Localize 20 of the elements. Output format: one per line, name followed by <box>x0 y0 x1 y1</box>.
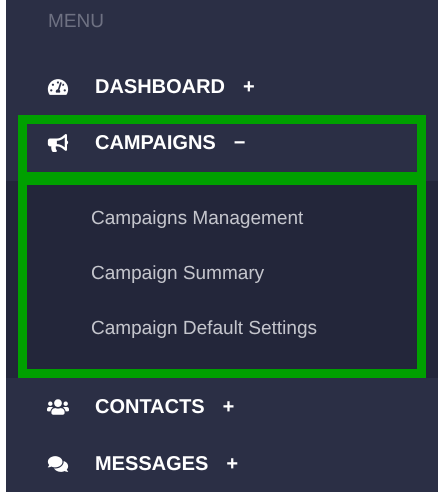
menu-label: DASHBOARD <box>95 74 225 100</box>
menu-item[interactable]: MESSAGES + <box>18 435 426 492</box>
toggle-sign: + <box>243 74 255 100</box>
menu-item[interactable]: CONTACTS + <box>18 378 426 435</box>
toggle-sign: − <box>234 131 246 156</box>
chat-bubbles-icon <box>47 454 69 472</box>
toggle-sign: + <box>226 452 238 476</box>
people-icon <box>47 398 69 416</box>
gauge-icon <box>47 78 69 96</box>
megaphone-icon <box>47 134 69 152</box>
menu-label: CAMPAIGNS <box>95 131 216 156</box>
submenu-link[interactable]: Campaigns Management <box>91 206 417 232</box>
submenu-link[interactable]: Campaign Summary <box>91 261 417 287</box>
menu-label: CONTACTS <box>95 394 205 420</box>
menu-heading: MENU <box>48 11 104 32</box>
submenu-link[interactable]: Campaign Default Settings <box>91 316 417 342</box>
highlighted-menu-item[interactable]: CAMPAIGNS − <box>18 115 426 181</box>
menu-item[interactable]: DASHBOARD + <box>18 58 426 115</box>
menu-label: MESSAGES <box>95 452 208 476</box>
toggle-sign: + <box>222 394 234 420</box>
